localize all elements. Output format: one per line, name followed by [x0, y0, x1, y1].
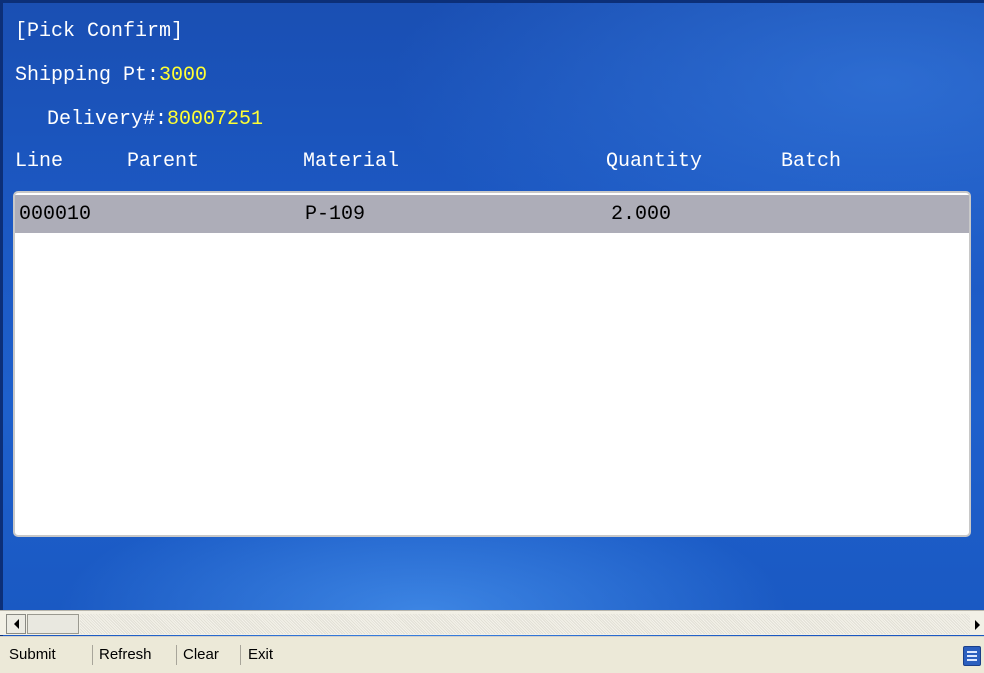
scrollbar-thumb[interactable] [27, 614, 79, 634]
shipping-point-label: Shipping Pt: [15, 64, 160, 87]
item-list[interactable]: 000010 P-109 2.000 [13, 191, 971, 537]
cell-quantity: 2.000 [611, 203, 672, 226]
refresh-button[interactable]: Refresh [97, 646, 154, 663]
menu-divider [240, 645, 241, 665]
scrollbar-track[interactable] [80, 614, 970, 634]
clear-button[interactable]: Clear [181, 646, 221, 663]
cell-material: P-109 [305, 203, 366, 226]
table-row[interactable]: 000010 P-109 2.000 [15, 195, 969, 233]
column-header-parent: Parent [127, 150, 200, 173]
page-title: [Pick Confirm] [15, 20, 184, 43]
keyboard-icon[interactable] [963, 646, 981, 666]
shipping-point-field: Shipping Pt:3000 [15, 64, 207, 87]
column-header-material: Material [303, 150, 400, 173]
menu-divider [92, 645, 93, 665]
column-header-batch: Batch [781, 150, 842, 173]
menu-divider [176, 645, 177, 665]
column-header-quantity: Quantity [606, 150, 703, 173]
delivery-value: 80007251 [167, 108, 264, 131]
submit-button[interactable]: Submit [7, 646, 58, 663]
arrow-right-icon[interactable] [972, 618, 982, 632]
exit-button[interactable]: Exit [246, 646, 275, 663]
horizontal-scrollbar[interactable] [0, 610, 984, 635]
softkey-menu-bar: Submit Refresh Clear Exit [0, 636, 984, 673]
arrow-left-icon[interactable] [6, 614, 26, 634]
delivery-label: Delivery#: [47, 108, 168, 131]
shipping-point-value: 3000 [159, 64, 208, 87]
delivery-field: Delivery#:80007251 [47, 108, 263, 131]
app-screen: [Pick Confirm] Shipping Pt:3000 Delivery… [0, 0, 984, 673]
cell-line: 000010 [19, 203, 92, 226]
column-header-line: Line [15, 150, 64, 173]
